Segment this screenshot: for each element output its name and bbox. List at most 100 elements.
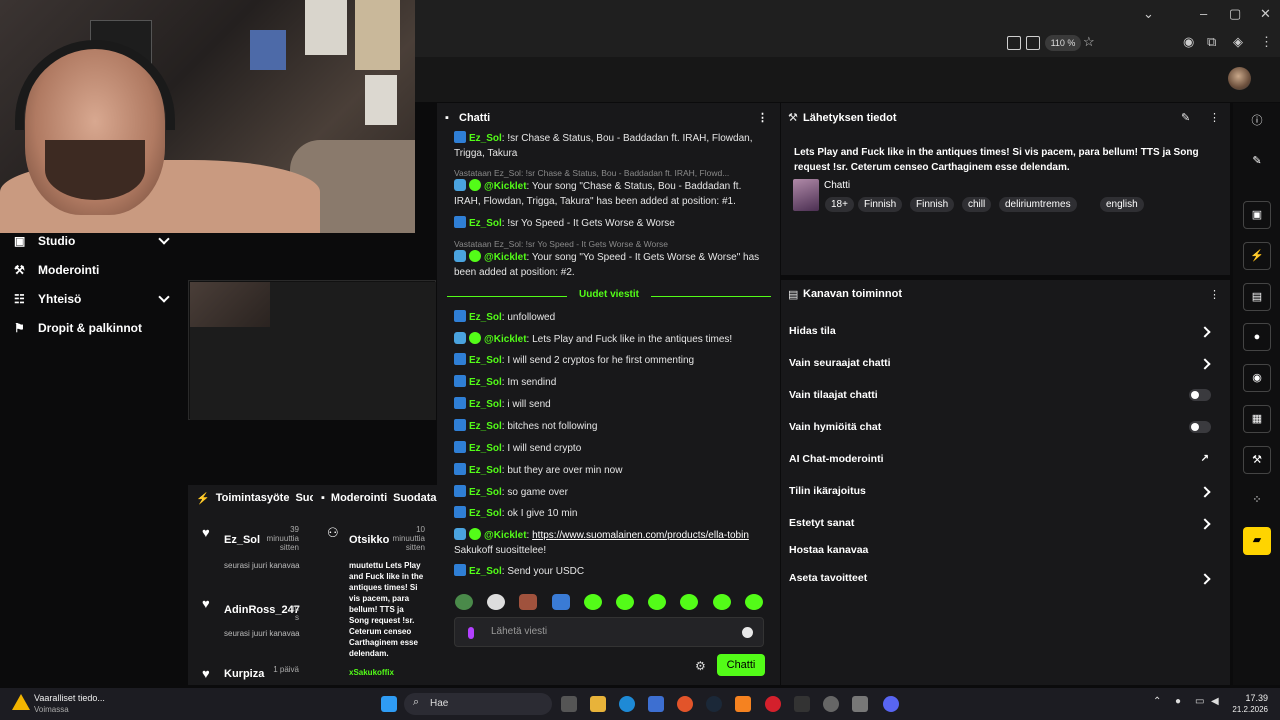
maximize-icon[interactable]: ▢ <box>1229 6 1241 22</box>
chat-username[interactable]: Ez_Sol <box>469 443 502 454</box>
layout-icon[interactable]: ▦ <box>1243 405 1271 433</box>
info-icon[interactable]: ⓘ <box>1243 108 1271 136</box>
chat-username[interactable]: Ez_Sol <box>469 399 502 410</box>
menu-icon[interactable]: ⋮ <box>1209 288 1220 301</box>
chevron-down-icon[interactable] <box>158 291 170 303</box>
action-ai-moderation[interactable]: AI Chat-moderointi ↗ <box>789 453 1219 465</box>
action-blocked-words[interactable]: Estetyt sanat <box>789 517 1219 530</box>
extensions-icon[interactable]: ⧉ <box>1207 34 1216 50</box>
new-messages-divider[interactable]: Uudet viestit <box>447 289 771 303</box>
profile-icon[interactable]: ◉ <box>1183 34 1194 50</box>
steam-icon[interactable] <box>706 696 722 712</box>
task-view-icon[interactable] <box>561 696 577 712</box>
apps-icon[interactable]: ⁘ <box>1243 487 1271 515</box>
vlc-icon[interactable] <box>735 696 751 712</box>
toggle-switch[interactable] <box>1189 389 1211 401</box>
emote-icon[interactable] <box>745 594 763 610</box>
chat-username[interactable]: Ez_Sol <box>469 421 502 432</box>
moderation-user[interactable]: xSakukoffix <box>349 667 429 678</box>
filter-button[interactable]: Suodata <box>393 492 436 504</box>
tag[interactable]: deliriumtremes <box>999 197 1077 212</box>
chat-username[interactable]: Ez_Sol <box>469 508 502 519</box>
toggle-switch[interactable] <box>1189 421 1211 433</box>
nav-item-drops[interactable]: ⚑ Dropit & palkinnot <box>14 321 142 335</box>
volume-icon[interactable]: ◀ <box>1211 696 1219 707</box>
chat-username[interactable]: Ez_Sol <box>469 465 502 476</box>
chat-input[interactable]: Lähetä viesti <box>454 617 764 647</box>
chat-send-button[interactable]: Chatti <box>717 654 765 676</box>
file-explorer-icon[interactable] <box>590 696 606 712</box>
edge-icon[interactable] <box>619 696 635 712</box>
chevron-down-icon[interactable] <box>158 233 170 245</box>
app-icon[interactable] <box>852 696 868 712</box>
taskbar-search[interactable]: Hae <box>404 693 552 715</box>
nav-item-studio[interactable]: ▣ Studio <box>14 234 75 248</box>
zoom-level[interactable]: 110 % <box>1045 35 1081 51</box>
close-icon[interactable]: ✕ <box>1260 6 1271 22</box>
minimize-icon[interactable]: – <box>1200 6 1207 21</box>
edit-icon[interactable]: ✎ <box>1243 148 1271 176</box>
lightning-icon[interactable]: ⚡ <box>1243 242 1271 270</box>
chat-username[interactable]: Ez_Sol <box>469 218 502 229</box>
emote-icon[interactable] <box>616 594 634 610</box>
menu-icon[interactable]: ⋮ <box>1209 111 1220 124</box>
chat-username[interactable]: @Kicklet <box>484 252 527 263</box>
stream-category[interactable]: Chatti <box>824 180 850 191</box>
action-followers-only[interactable]: Vain seuraajat chatti <box>789 357 1219 370</box>
stream-preview[interactable] <box>188 280 436 420</box>
edit-pencil-icon[interactable]: ✎ <box>1181 111 1190 124</box>
action-slow-mode[interactable]: Hidas tila <box>789 325 1219 338</box>
wrench-icon[interactable]: ⚒ <box>1243 446 1271 474</box>
chat-username[interactable]: Ez_Sol <box>469 355 502 366</box>
install-icon[interactable] <box>1026 36 1040 50</box>
dropdown-chevron-icon[interactable]: ⌄ <box>1143 6 1154 22</box>
chat-username[interactable]: Ez_Sol <box>469 312 502 323</box>
emote-icon[interactable] <box>552 594 570 610</box>
tag[interactable]: chill <box>962 197 992 212</box>
tray-chevron-icon[interactable]: ⌃ <box>1153 696 1161 707</box>
nav-item-moderation[interactable]: ⚒ Moderointi <box>14 263 99 277</box>
emote-icon[interactable] <box>487 594 505 610</box>
action-host-channel[interactable]: Hostaa kanavaa <box>789 544 1219 556</box>
chat-username[interactable]: Ez_Sol <box>469 133 502 144</box>
tag[interactable]: 18+ <box>825 197 854 212</box>
emote-icon[interactable] <box>680 594 698 610</box>
filter-button[interactable]: Suodata <box>295 492 313 504</box>
emote-icon[interactable] <box>584 594 602 610</box>
clock-date[interactable]: 21.2.2026 <box>1228 705 1268 714</box>
windows-start-icon[interactable] <box>381 696 397 712</box>
emote-icon[interactable] <box>455 594 473 610</box>
screenshot-icon[interactable] <box>1007 36 1021 50</box>
clock-time[interactable]: 17.39 <box>1236 693 1268 703</box>
chat-menu-icon[interactable]: ⋮ <box>757 103 768 133</box>
gear-icon[interactable]: ⚙ <box>695 659 706 673</box>
user-avatar[interactable] <box>1228 67 1251 90</box>
broadcast-icon[interactable]: ◉ <box>1243 364 1271 392</box>
emote-icon[interactable] <box>713 594 731 610</box>
tag[interactable]: Finnish <box>910 197 955 212</box>
chat-username[interactable]: Ez_Sol <box>469 377 502 388</box>
document-icon[interactable]: ▤ <box>1243 283 1271 311</box>
action-age-restriction[interactable]: Tilin ikärajoitus <box>789 485 1219 498</box>
opera-icon[interactable] <box>765 696 781 712</box>
store-icon[interactable] <box>648 696 664 712</box>
terminal-icon[interactable] <box>794 696 810 712</box>
favorite-star-icon[interactable]: ☆ <box>1083 34 1095 50</box>
chat-link[interactable]: https://www.suomalainen.com/products/ell… <box>532 530 749 541</box>
chat-icon[interactable]: ● <box>1243 323 1271 351</box>
tag[interactable]: english <box>1100 197 1144 212</box>
tag[interactable]: Finnish <box>858 197 903 212</box>
emote-icon[interactable] <box>519 594 537 610</box>
chat-username[interactable]: Ez_Sol <box>469 487 502 498</box>
camera-icon[interactable]: ▣ <box>1243 201 1271 229</box>
alert-title[interactable]: Vaaralliset tiedo... <box>34 693 105 703</box>
chat-username[interactable]: Ez_Sol <box>469 566 502 577</box>
network-icon[interactable]: ▭ <box>1195 696 1204 707</box>
warning-icon[interactable] <box>12 694 30 710</box>
settings-app-icon[interactable] <box>823 696 839 712</box>
chat-username[interactable]: @Kicklet <box>484 181 527 192</box>
menu-icon[interactable]: ⋮ <box>1260 34 1273 50</box>
discord-icon[interactable] <box>883 696 899 712</box>
clapper-icon[interactable]: ▰ <box>1243 527 1271 555</box>
emoji-icon[interactable] <box>742 627 753 638</box>
